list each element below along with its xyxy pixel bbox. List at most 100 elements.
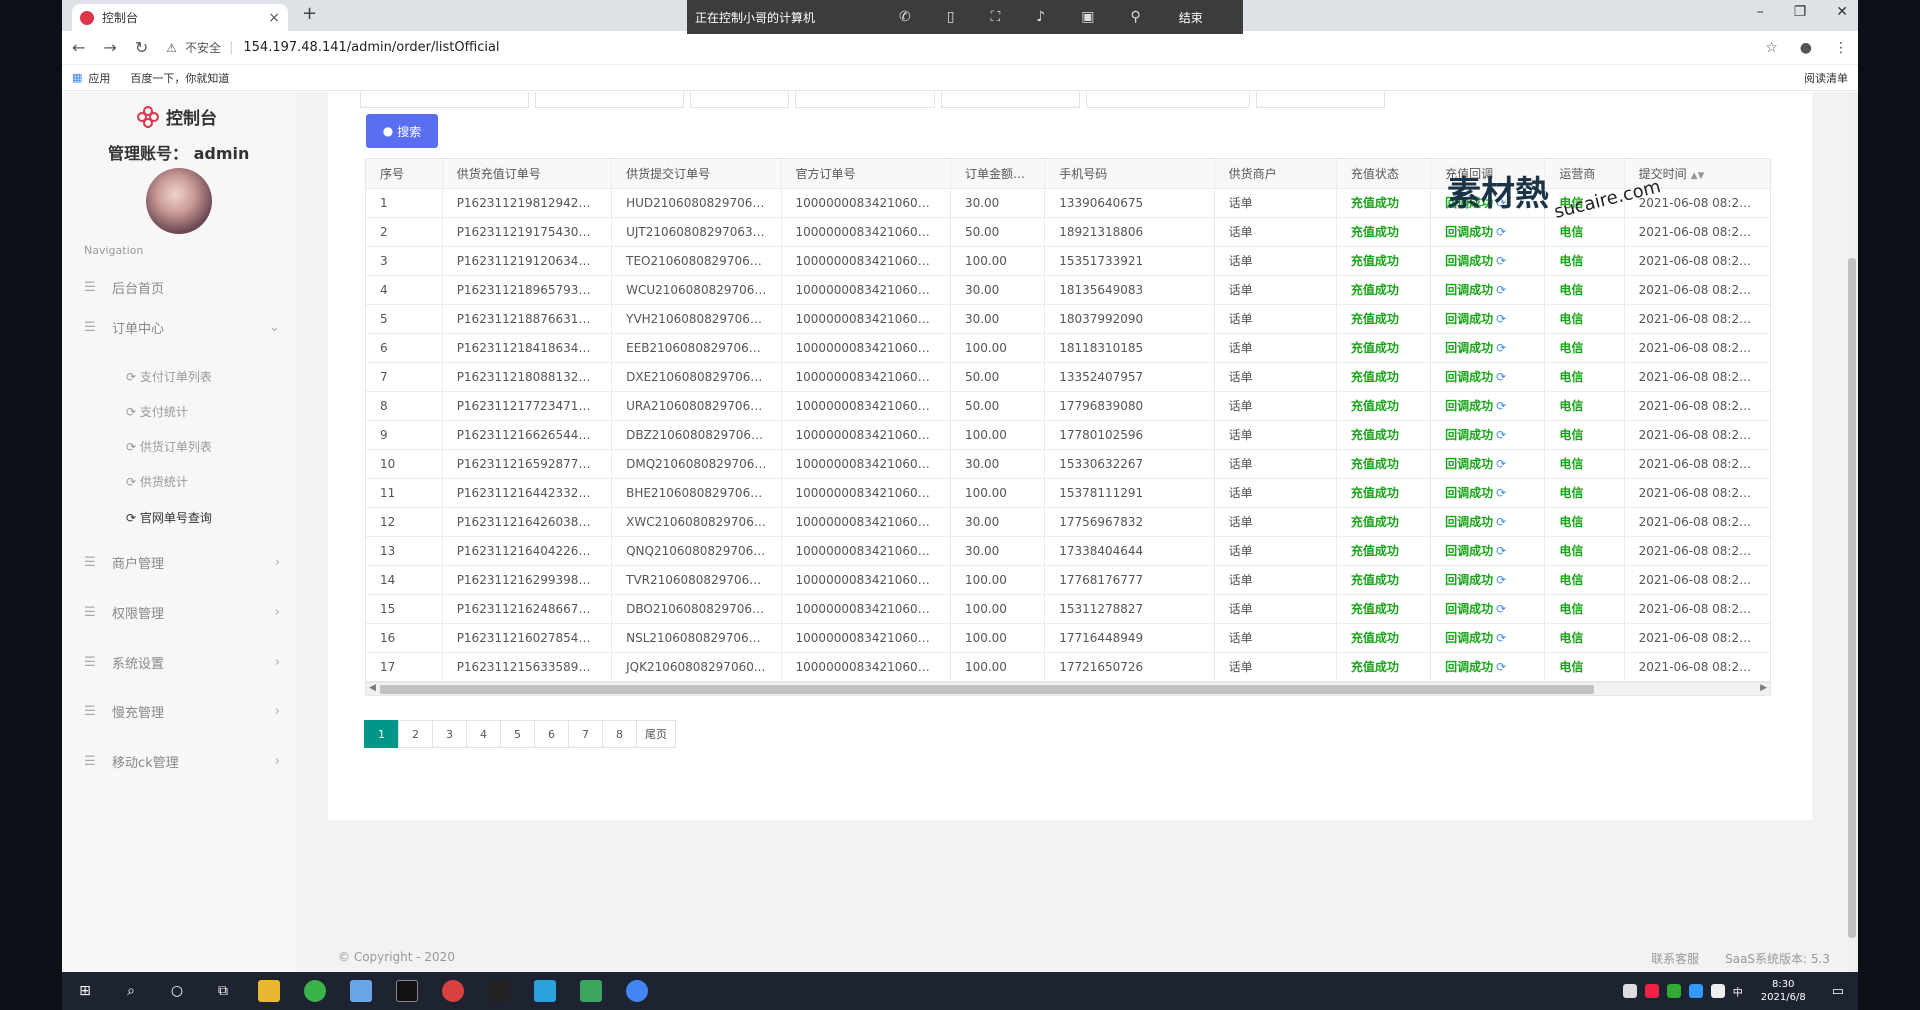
- url-field[interactable]: 154.197.48.141/admin/order/listOfficial: [243, 40, 499, 55]
- filter-input[interactable]: [690, 92, 790, 108]
- close-window-button[interactable]: ✕: [1836, 4, 1848, 20]
- sidebar-item-slow-charge[interactable]: ☰ 慢充管理 ›: [84, 702, 280, 721]
- sidebar-subitem-official-query[interactable]: ⟳ 官网单号查询: [126, 509, 212, 526]
- search-button[interactable]: ● 搜索: [366, 114, 438, 148]
- filter-input[interactable]: [1255, 92, 1385, 108]
- minimize-button[interactable]: –: [1757, 4, 1764, 20]
- refresh-icon[interactable]: ⟳: [1496, 602, 1506, 616]
- speaker-icon[interactable]: ♪: [1036, 9, 1045, 25]
- page-button[interactable]: 4: [466, 720, 501, 748]
- refresh-icon[interactable]: ⟳: [1496, 544, 1506, 558]
- chrome-icon[interactable]: [626, 980, 648, 1002]
- sort-icon[interactable]: ▲▼: [1691, 171, 1705, 181]
- contact-link[interactable]: 联系客服: [1651, 950, 1699, 967]
- end-button[interactable]: 结束: [1179, 9, 1203, 26]
- page-button[interactable]: 3: [432, 720, 467, 748]
- new-tab-button[interactable]: +: [302, 3, 317, 24]
- pin-icon[interactable]: ⚲: [1130, 9, 1140, 25]
- forward-icon[interactable]: →: [103, 38, 116, 57]
- page-button[interactable]: 1: [364, 720, 399, 748]
- app-icon[interactable]: [350, 980, 372, 1002]
- windows-start-icon[interactable]: ⊞: [74, 980, 96, 1002]
- refresh-icon[interactable]: ⟳: [1496, 312, 1506, 326]
- app-icon[interactable]: [304, 980, 326, 1002]
- play-icon[interactable]: [580, 980, 602, 1002]
- sidebar-item-settings[interactable]: ☰ 系统设置 ›: [84, 653, 280, 672]
- sidebar-subitem-pay-orders[interactable]: ⟳ 支付订单列表: [126, 368, 212, 385]
- screen-icon[interactable]: ▣: [1081, 9, 1094, 25]
- apps-icon[interactable]: ▦: [72, 71, 82, 84]
- tray-icon[interactable]: [1688, 984, 1703, 998]
- refresh-icon[interactable]: ⟳: [1496, 515, 1506, 529]
- bookmark-apps[interactable]: 应用: [88, 70, 110, 86]
- refresh-icon[interactable]: ⟳: [1496, 573, 1506, 587]
- tray-icon[interactable]: [1710, 984, 1725, 998]
- table-cell: 回调成功⟳: [1430, 478, 1546, 508]
- search-icon[interactable]: ⌕: [120, 980, 142, 1002]
- sidebar-subitem-supply-stats[interactable]: ⟳ 供货统计: [126, 473, 188, 490]
- tray-icon[interactable]: [1622, 984, 1637, 998]
- scroll-thumb[interactable]: [380, 685, 1594, 694]
- sidebar-item-permissions[interactable]: ☰ 权限管理 ›: [84, 603, 280, 622]
- app-icon[interactable]: [442, 980, 464, 1002]
- horizontal-scrollbar[interactable]: ◀ ▶: [365, 682, 1771, 696]
- refresh-icon[interactable]: ⟳: [1496, 660, 1506, 674]
- close-tab-icon[interactable]: ×: [268, 10, 280, 26]
- scroll-right-icon[interactable]: ▶: [1760, 683, 1767, 693]
- filter-input[interactable]: [360, 92, 529, 108]
- filter-input[interactable]: [534, 92, 685, 108]
- sidebar-subitem-pay-stats[interactable]: ⟳ 支付统计: [126, 403, 188, 420]
- page-button[interactable]: 6: [534, 720, 569, 748]
- back-icon[interactable]: ←: [72, 38, 85, 57]
- page-button[interactable]: 8: [602, 720, 637, 748]
- sidebar-item-merchants[interactable]: ☰ 商户管理 ›: [84, 553, 280, 572]
- sidebar-item-mobile-ck[interactable]: ☰ 移动ck管理 ›: [84, 752, 280, 771]
- tray-icon[interactable]: [1666, 984, 1681, 998]
- refresh-icon[interactable]: ⟳: [1496, 631, 1506, 645]
- refresh-icon[interactable]: ⟳: [1496, 225, 1506, 239]
- vertical-scrollbar[interactable]: [1846, 92, 1858, 972]
- page-button[interactable]: 2: [398, 720, 433, 748]
- sidebar-item-orders[interactable]: ☰ 订单中心 ⌄: [84, 318, 280, 337]
- sidebar-item-home[interactable]: ☰ 后台首页: [84, 278, 280, 297]
- star-icon[interactable]: ☆: [1765, 40, 1778, 56]
- filter-input[interactable]: [795, 92, 935, 108]
- window-icon[interactable]: ▯: [947, 9, 955, 25]
- phone-icon[interactable]: ✆: [899, 9, 911, 25]
- qq-icon[interactable]: [488, 980, 510, 1002]
- refresh-icon[interactable]: ⟳: [1496, 370, 1506, 384]
- fullscreen-icon[interactable]: ⛶: [990, 9, 1000, 25]
- terminal-icon[interactable]: [396, 980, 418, 1002]
- sidebar-subitem-supply-orders[interactable]: ⟳ 供货订单列表: [126, 438, 212, 455]
- refresh-icon[interactable]: ⟳: [1496, 457, 1506, 471]
- refresh-icon[interactable]: ⟳: [1496, 341, 1506, 355]
- notification-icon[interactable]: ▭: [1832, 984, 1844, 999]
- refresh-icon[interactable]: ⟳: [1496, 254, 1506, 268]
- file-explorer-icon[interactable]: [258, 980, 280, 1002]
- refresh-icon[interactable]: ⟳: [1496, 399, 1506, 413]
- refresh-icon[interactable]: ⟳: [1496, 428, 1506, 442]
- reload-icon[interactable]: ↻: [135, 38, 148, 57]
- filter-input[interactable]: [940, 92, 1080, 108]
- clock[interactable]: 8:30 2021/6/8: [1761, 978, 1806, 1004]
- cortana-icon[interactable]: ○: [166, 980, 188, 1002]
- task-view-icon[interactable]: ⧉: [212, 980, 234, 1002]
- tray-icon[interactable]: [1644, 984, 1659, 998]
- avatar[interactable]: [146, 168, 212, 234]
- menu-icon[interactable]: ⋮: [1834, 40, 1848, 56]
- scroll-thumb[interactable]: [1848, 258, 1856, 938]
- page-button[interactable]: 5: [500, 720, 535, 748]
- profile-icon[interactable]: ●: [1800, 40, 1812, 56]
- filter-input[interactable]: [1085, 92, 1250, 108]
- refresh-icon[interactable]: ⟳: [1496, 283, 1506, 297]
- refresh-icon[interactable]: ⟳: [1496, 486, 1506, 500]
- last-page-button[interactable]: 尾页: [636, 720, 676, 748]
- restore-button[interactable]: ❐: [1794, 4, 1807, 20]
- browser-tab[interactable]: 控制台 ×: [72, 4, 288, 31]
- scroll-left-icon[interactable]: ◀: [369, 683, 376, 693]
- telegram-icon[interactable]: [534, 980, 556, 1002]
- reading-list-button[interactable]: 阅读清单: [1804, 70, 1848, 86]
- page-button[interactable]: 7: [568, 720, 603, 748]
- ime-indicator[interactable]: 中: [1733, 984, 1743, 999]
- bookmark-baidu[interactable]: 百度一下，你就知道: [130, 70, 229, 86]
